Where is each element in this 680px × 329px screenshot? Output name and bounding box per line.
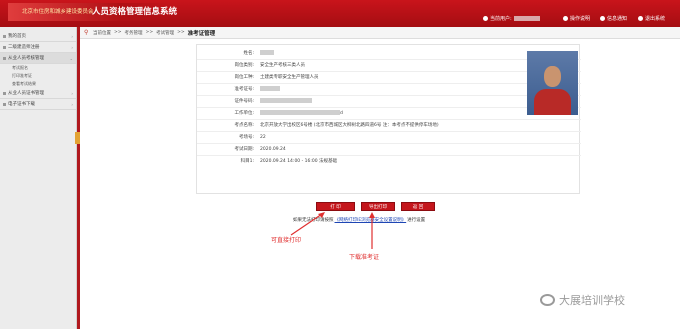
annotation-arrows — [290, 212, 375, 249]
arrow-head-icon — [369, 212, 375, 218]
annotation-direct-print: 可直接打印 — [271, 237, 302, 244]
watermark-text: 大展培训学校 — [559, 294, 625, 307]
arrow-head-icon — [318, 212, 325, 218]
annotation-arrow-print — [290, 213, 323, 236]
wechat-icon — [540, 294, 555, 306]
watermark: 大展培训学校 — [540, 292, 625, 308]
annotation-download-ticket: 下载准考证 — [349, 254, 380, 261]
